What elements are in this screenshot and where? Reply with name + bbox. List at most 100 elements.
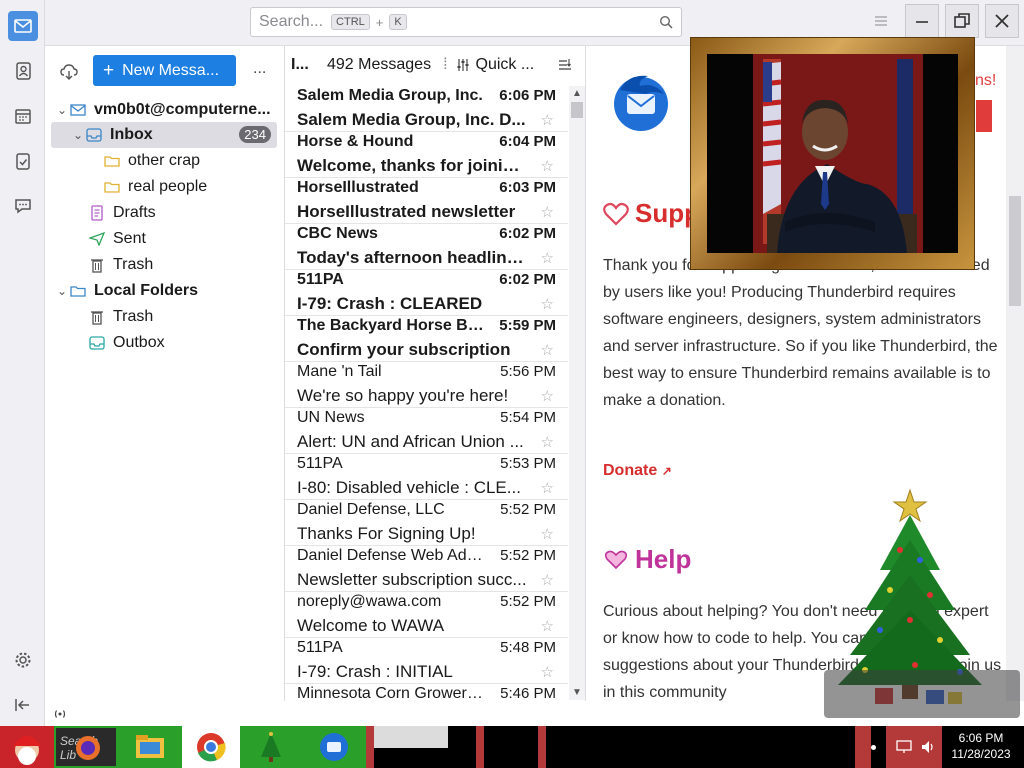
message-subject: We're so happy you're here!: [297, 386, 509, 405]
donate-label: Donate: [603, 462, 658, 479]
star-icon[interactable]: ☆: [541, 387, 554, 405]
collapse-chevron-icon[interactable]: ⌄: [71, 128, 85, 142]
message-date: 5:52 PM: [500, 593, 556, 610]
file-explorer-icon: [136, 735, 164, 758]
chrome-taskbar-button[interactable]: [182, 726, 240, 768]
taskbar-clock[interactable]: 6:06 PM 11/28/2023: [946, 730, 1016, 762]
folder-label: Inbox: [110, 126, 153, 143]
calendar-icon[interactable]: [8, 101, 38, 131]
new-message-button[interactable]: + New Messa...: [93, 55, 236, 86]
address-book-icon[interactable]: [8, 56, 38, 86]
message-row[interactable]: 511PA 6:02 PM I-79: Crash : CLEARED ☆: [285, 270, 568, 316]
search-input[interactable]: Search... CTRL + K: [250, 7, 682, 37]
file-explorer-taskbar-button[interactable]: [118, 726, 182, 768]
search-icon: [659, 15, 673, 29]
message-date: 6:06 PM: [499, 87, 556, 104]
taskbar: Search Lib 6:06 PM 11/28/2023: [0, 726, 1024, 768]
message-row[interactable]: 511PA 5:48 PM I-79: Crash : INITIAL ☆: [285, 638, 568, 684]
message-subject: Salem Media Group, Inc. D...: [297, 110, 526, 129]
message-sender: Horse & Hound: [297, 133, 414, 150]
message-row[interactable]: Horse & Hound 6:04 PM Welcome, thanks for …: [285, 132, 568, 178]
message-sender: 511PA: [297, 271, 344, 288]
taskbar-search-box[interactable]: Search Lib: [54, 726, 118, 768]
mail-space-icon[interactable]: [8, 11, 38, 41]
star-icon[interactable]: ☆: [541, 203, 554, 221]
scroll-down-icon[interactable]: ▼: [572, 687, 582, 698]
star-icon[interactable]: ☆: [541, 341, 554, 359]
header-action-button[interactable]: [976, 100, 992, 132]
star-icon[interactable]: ☆: [541, 157, 554, 175]
message-row[interactable]: The Backyard Horse Blog 5:59 PM Confirm yo…: [285, 316, 568, 362]
local-folders-row[interactable]: ⌄ Local Folders: [45, 278, 283, 304]
collapse-chevron-icon[interactable]: ⌄: [55, 103, 69, 117]
chat-icon[interactable]: [8, 191, 38, 221]
folder-drafts[interactable]: Drafts: [45, 200, 283, 226]
folder-inbox[interactable]: ⌄ Inbox 234: [51, 122, 277, 148]
search-placeholder: Search...: [259, 13, 324, 30]
external-link-icon: ↗: [661, 464, 672, 478]
thunderbird-taskbar-button[interactable]: [302, 726, 366, 768]
message-row[interactable]: Mane 'n Tail 5:56 PM We're so happy you're…: [285, 362, 568, 408]
star-icon[interactable]: ☆: [541, 617, 554, 635]
message-sender: Minnesota Corn Growers ...: [297, 685, 487, 700]
santa-start-button[interactable]: [0, 726, 54, 768]
folder-other-crap[interactable]: other crap: [45, 148, 283, 174]
message-row[interactable]: UN News 5:54 PM Alert: UN and African Unio…: [285, 408, 568, 454]
folder-pane: + New Messa... ... ⌄ vm0b0t@computerne..…: [45, 46, 285, 701]
network-icon[interactable]: [896, 739, 912, 755]
folder-sent[interactable]: Sent: [45, 226, 283, 252]
tasks-icon[interactable]: [8, 146, 38, 176]
message-row[interactable]: noreply@wawa.com 5:52 PM Welcome to WAWA ☆: [285, 592, 568, 638]
collapse-toolbar-icon[interactable]: [8, 690, 38, 720]
message-list-scrollbar[interactable]: ▲ ▼: [569, 86, 585, 700]
message-date: 5:53 PM: [500, 455, 556, 472]
taskbar-blank-item[interactable]: [374, 726, 448, 748]
header-divider: ⁞: [443, 56, 448, 73]
star-icon[interactable]: ☆: [541, 295, 554, 313]
message-row[interactable]: 511PA 5:53 PM I-80: Disabled vehicle : CLE…: [285, 454, 568, 500]
collapse-chevron-icon[interactable]: ⌄: [55, 284, 69, 298]
message-sender: Daniel Defense Web Admin: [297, 547, 487, 564]
star-icon[interactable]: ☆: [541, 249, 554, 267]
message-row[interactable]: HorseIllustrated 6:03 PM HorseIllustrated …: [285, 178, 568, 224]
local-folder-outbox[interactable]: Outbox: [45, 330, 283, 356]
quick-filter-button[interactable]: Quick ...: [456, 56, 534, 74]
local-folder-trash[interactable]: Trash: [45, 304, 283, 330]
restore-button[interactable]: [945, 4, 979, 38]
message-row[interactable]: CBC News 6:02 PM Today's afternoon headlin…: [285, 224, 568, 270]
tree-app-taskbar-button[interactable]: [240, 726, 302, 768]
message-row[interactable]: Daniel Defense, LLC 5:52 PM Thanks For Sig…: [285, 500, 568, 546]
app-menu-icon[interactable]: [873, 14, 889, 28]
star-icon[interactable]: ☆: [541, 663, 554, 681]
scroll-up-icon[interactable]: ▲: [572, 88, 582, 99]
star-icon[interactable]: ☆: [541, 571, 554, 589]
display-options-icon[interactable]: [558, 58, 572, 72]
system-tray: [886, 726, 942, 768]
message-sender: 511PA: [297, 455, 343, 472]
donate-link[interactable]: Donate ↗: [603, 462, 672, 480]
volume-icon[interactable]: [920, 739, 936, 755]
taskbar-separator: [538, 726, 546, 768]
get-messages-icon[interactable]: [59, 62, 79, 82]
folder-trash[interactable]: Trash: [45, 252, 283, 278]
folder-label: Sent: [113, 230, 146, 247]
scroll-thumb[interactable]: [1009, 196, 1021, 306]
message-row[interactable]: Salem Media Group, Inc. 6:06 PM Salem Medi…: [285, 86, 568, 132]
account-row[interactable]: ⌄ vm0b0t@computerne...: [45, 97, 283, 123]
folder-real-people[interactable]: real people: [45, 174, 283, 200]
trash-icon: [88, 257, 106, 273]
star-icon[interactable]: ☆: [541, 111, 554, 129]
star-icon[interactable]: ☆: [541, 479, 554, 497]
message-subject: HorseIllustrated newsletter: [297, 202, 516, 221]
message-date: 6:04 PM: [499, 133, 556, 150]
message-row[interactable]: Daniel Defense Web Admin 5:52 PM Newslette…: [285, 546, 568, 592]
message-row[interactable]: Minnesota Corn Growers ... 5:46 PM: [285, 684, 568, 700]
star-icon[interactable]: ☆: [541, 525, 554, 543]
scroll-thumb[interactable]: [571, 102, 583, 118]
more-menu-button[interactable]: ...: [253, 60, 266, 78]
close-button[interactable]: [985, 4, 1019, 38]
star-icon[interactable]: ☆: [541, 433, 554, 451]
minimize-button[interactable]: [905, 4, 939, 38]
settings-gear-icon[interactable]: [8, 645, 38, 675]
folder-icon: [103, 153, 121, 169]
